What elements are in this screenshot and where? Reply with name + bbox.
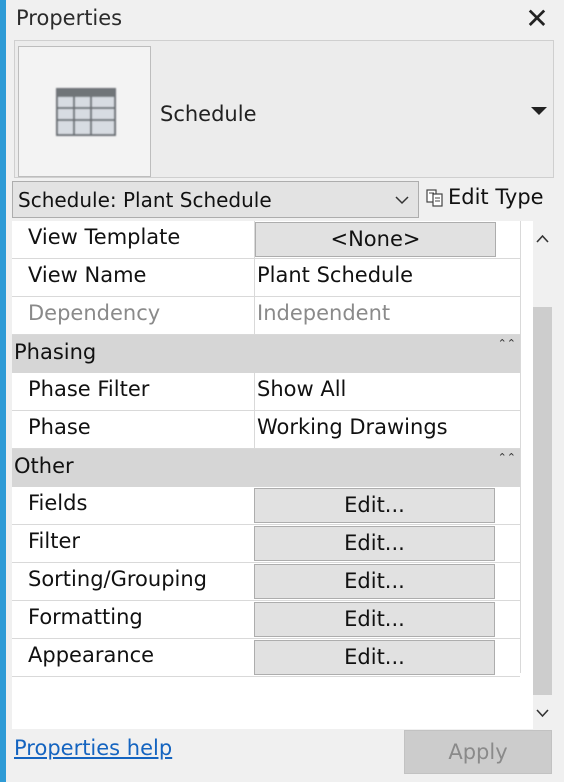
panel-title-bar[interactable]: Properties ✕ [6, 0, 564, 40]
group-header-other[interactable]: Other ⌃⌃ [12, 449, 520, 487]
property-row-fields: Fields Edit... [12, 487, 520, 525]
property-row-sorting-grouping: Sorting/Grouping Edit... [12, 563, 520, 601]
property-value: Independent [257, 301, 391, 325]
property-row-dependency: Dependency Independent [12, 297, 520, 335]
property-label: Dependency [28, 301, 161, 325]
property-row-view-template: View Template <None> [12, 221, 520, 259]
property-label: View Name [28, 263, 147, 287]
collapse-icon[interactable]: ⌃⌃ [498, 451, 516, 464]
phase-filter-field[interactable]: Show All [254, 373, 520, 411]
property-value: Working Drawings [257, 415, 448, 439]
formatting-edit-button[interactable]: Edit... [254, 602, 495, 637]
panel-accent-bar [0, 0, 6, 782]
close-icon[interactable]: ✕ [522, 4, 552, 34]
scrollbar-thumb[interactable] [533, 307, 552, 695]
schedule-table-icon [56, 88, 116, 136]
property-label: Fields [28, 491, 88, 515]
property-label: View Template [28, 225, 181, 249]
properties-help-link[interactable]: Properties help [14, 736, 172, 760]
instance-filter-select[interactable]: Schedule: Plant Schedule [12, 181, 419, 218]
instance-filter-value: Schedule: Plant Schedule [18, 188, 272, 212]
view-template-button[interactable]: <None> [255, 222, 496, 257]
apply-button[interactable]: Apply [404, 730, 552, 774]
property-value: Show All [257, 377, 347, 401]
property-label: Appearance [28, 643, 155, 667]
property-row-phase-filter: Phase Filter Show All [12, 373, 520, 411]
property-label: Sorting/Grouping [28, 567, 208, 591]
scroll-up-icon[interactable] [533, 229, 552, 249]
group-header-label: Phasing [14, 340, 97, 364]
type-selector[interactable]: Schedule [14, 40, 554, 178]
chevron-down-icon [395, 196, 409, 205]
group-header-phasing[interactable]: Phasing ⌃⌃ [12, 335, 520, 373]
panel-title: Properties [16, 6, 123, 30]
property-value-cell: Independent [254, 297, 520, 335]
edit-type-icon [426, 189, 443, 207]
property-row-appearance: Appearance Edit... [12, 639, 520, 677]
property-label: Filter [28, 529, 81, 553]
fields-edit-button[interactable]: Edit... [254, 488, 495, 523]
property-row-view-name: View Name Plant Schedule [12, 259, 520, 297]
phase-field[interactable]: Working Drawings [254, 411, 520, 449]
group-header-label: Other [14, 454, 74, 478]
collapse-icon[interactable]: ⌃⌃ [498, 337, 516, 350]
type-thumbnail [18, 46, 151, 177]
property-label: Formatting [28, 605, 143, 629]
view-name-field[interactable]: Plant Schedule [254, 259, 520, 297]
grid-divider [520, 221, 521, 673]
property-row-formatting: Formatting Edit... [12, 601, 520, 639]
property-row-filter: Filter Edit... [12, 525, 520, 563]
filter-edit-button[interactable]: Edit... [254, 526, 495, 561]
property-value: Plant Schedule [257, 263, 414, 287]
properties-grid: View Template <None> View Name Plant Sch… [12, 221, 552, 729]
scroll-down-icon[interactable] [533, 703, 552, 723]
vertical-scrollbar[interactable] [533, 221, 552, 729]
triangle-down-icon[interactable] [529, 103, 549, 119]
property-row-phase: Phase Working Drawings [12, 411, 520, 449]
property-value-cell: <None> [254, 221, 520, 259]
property-label: Phase [28, 415, 91, 439]
property-label: Phase Filter [28, 377, 150, 401]
sorting-grouping-edit-button[interactable]: Edit... [254, 564, 495, 599]
edit-type-label: Edit Type [448, 185, 544, 209]
appearance-edit-button[interactable]: Edit... [254, 640, 495, 675]
type-name: Schedule [160, 102, 257, 126]
